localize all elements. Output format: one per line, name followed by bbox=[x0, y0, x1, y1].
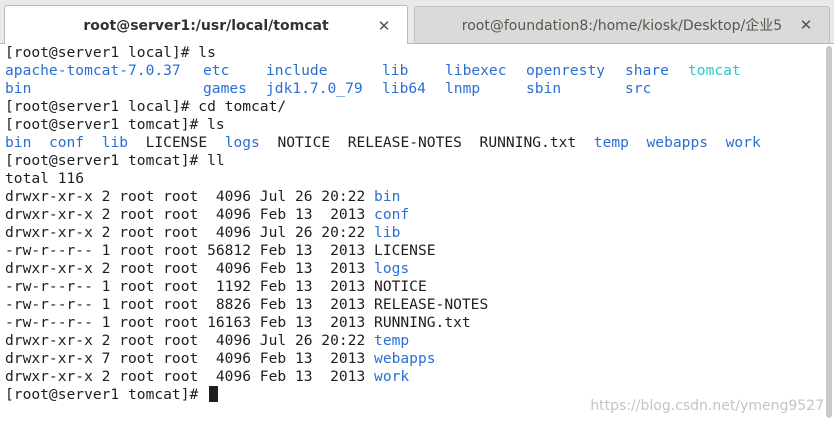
file-meta: drwxr-xr-x 2 root root 4096 Feb 13 2013 bbox=[5, 206, 375, 223]
dir-entry: sbin bbox=[526, 80, 562, 97]
dir-entry: logs bbox=[374, 260, 410, 277]
dir-entry: jdk1.7.0_79 bbox=[266, 80, 363, 97]
shell-prompt: [root@server1 tomcat]# bbox=[5, 116, 208, 133]
dir-entry: temp bbox=[593, 134, 629, 151]
ll-row: drwxr-xr-x 7 root root 4096 Feb 13 2013 … bbox=[5, 350, 834, 368]
dir-entry: openresty bbox=[526, 62, 606, 79]
dir-entry: webapps bbox=[374, 350, 436, 367]
ll-row: -rw-r--r-- 1 root root 16163 Feb 13 2013… bbox=[5, 314, 834, 332]
tab-label: root@foundation8:/home/kiosk/Desktop/企业5 bbox=[461, 18, 783, 34]
shell-prompt: [root@server1 local]# bbox=[5, 98, 199, 115]
terminal-line: [root@server1 local]# cd tomcat/ bbox=[5, 98, 834, 116]
dir-entry: work bbox=[374, 368, 410, 385]
tab-bar: root@server1:/usr/local/tomcat ✕ root@fo… bbox=[0, 0, 834, 45]
command-text: ls bbox=[207, 116, 225, 133]
dir-entry: bin bbox=[374, 188, 401, 205]
dir-entry: lib bbox=[374, 224, 401, 241]
dir-entry: bin bbox=[5, 80, 32, 97]
shell-prompt: [root@server1 local]# bbox=[5, 44, 199, 61]
tab-foundation8[interactable]: root@foundation8:/home/kiosk/Desktop/企业5… bbox=[414, 6, 830, 43]
dir-entry: apache-tomcat-7.0.37 bbox=[5, 62, 181, 79]
command-text: cd tomcat/ bbox=[198, 98, 287, 115]
tab-label: root@server1:/usr/local/tomcat bbox=[83, 17, 329, 34]
file-meta: drwxr-xr-x 2 root root 4096 Jul 26 20:22 bbox=[5, 224, 375, 241]
dir-entry: lib bbox=[101, 134, 129, 151]
close-icon[interactable]: ✕ bbox=[377, 18, 391, 33]
file-entry: RUNNING.txt bbox=[479, 134, 577, 151]
terminal-line: [root@server1 tomcat]# ll bbox=[5, 152, 834, 170]
file-meta: drwxr-xr-x 2 root root 4096 Feb 13 2013 bbox=[5, 260, 375, 277]
scrollbar[interactable] bbox=[822, 44, 834, 423]
file-entry: RUNNING.txt bbox=[374, 314, 471, 331]
dir-entry: src bbox=[625, 80, 652, 97]
watermark: https://blog.csdn.net/ymeng9527 bbox=[590, 398, 824, 414]
dir-entry: lnmp bbox=[445, 80, 481, 97]
ll-row: drwxr-xr-x 2 root root 4096 Feb 13 2013 … bbox=[5, 206, 834, 224]
command-text: ll bbox=[207, 152, 225, 169]
file-entry: NOTICE bbox=[374, 278, 427, 295]
terminal-line: [root@server1 tomcat]# ls bbox=[5, 116, 834, 134]
dir-entry: etc bbox=[203, 62, 230, 79]
dir-entry: lib bbox=[382, 62, 409, 79]
close-icon[interactable]: ✕ bbox=[799, 18, 813, 33]
ll-row: drwxr-xr-x 2 root root 4096 Jul 26 20:22… bbox=[5, 188, 834, 206]
file-meta: drwxr-xr-x 7 root root 4096 Feb 13 2013 bbox=[5, 350, 375, 367]
dir-entry: games bbox=[203, 80, 247, 97]
terminal-line: apache-tomcat-7.0.37 etc include lib lib… bbox=[5, 62, 834, 80]
dir-entry: work bbox=[725, 134, 761, 151]
terminal-line: [root@server1 local]# ls bbox=[5, 44, 834, 62]
file-entry: RELEASE-NOTES bbox=[347, 134, 462, 151]
file-entry: LICENSE bbox=[145, 134, 208, 151]
ll-row: drwxr-xr-x 2 root root 4096 Feb 13 2013 … bbox=[5, 368, 834, 386]
file-meta: -rw-r--r-- 1 root root 16163 Feb 13 2013 bbox=[5, 314, 375, 331]
ll-row: -rw-r--r-- 1 root root 56812 Feb 13 2013… bbox=[5, 242, 834, 260]
terminal-line: total 116 bbox=[5, 170, 834, 188]
dir-entry: temp bbox=[374, 332, 410, 349]
file-entry: LICENSE bbox=[374, 242, 436, 259]
dir-entry: webapps bbox=[646, 134, 709, 151]
ll-row: drwxr-xr-x 2 root root 4096 Jul 26 20:22… bbox=[5, 224, 834, 242]
scroll-thumb[interactable] bbox=[826, 46, 832, 418]
file-meta: drwxr-xr-x 2 root root 4096 Jul 26 20:22 bbox=[5, 332, 375, 349]
file-meta: -rw-r--r-- 1 root root 1192 Feb 13 2013 bbox=[5, 278, 375, 295]
dir-entry: include bbox=[266, 62, 328, 79]
shell-prompt: [root@server1 tomcat]# bbox=[5, 152, 208, 169]
dir-entry: share bbox=[625, 62, 669, 79]
file-meta: drwxr-xr-x 2 root root 4096 Feb 13 2013 bbox=[5, 368, 375, 385]
terminal-output[interactable]: [root@server1 local]# ls apache-tomcat-7… bbox=[0, 44, 834, 423]
file-meta: -rw-r--r-- 1 root root 8826 Feb 13 2013 bbox=[5, 296, 375, 313]
file-meta: -rw-r--r-- 1 root root 56812 Feb 13 2013 bbox=[5, 242, 375, 259]
dir-entry: lib64 bbox=[382, 80, 426, 97]
dir-entry: conf bbox=[48, 134, 85, 151]
total-text: total 116 bbox=[5, 170, 85, 187]
dir-entry: conf bbox=[374, 206, 410, 223]
ll-row: drwxr-xr-x 2 root root 4096 Jul 26 20:22… bbox=[5, 332, 834, 350]
tab-server1[interactable]: root@server1:/usr/local/tomcat ✕ bbox=[4, 5, 408, 45]
terminal-line: bin conf lib LICENSE logs NOTICE RELEASE… bbox=[5, 134, 834, 152]
file-entry: NOTICE bbox=[277, 134, 331, 151]
dir-entry: logs bbox=[224, 134, 260, 151]
ll-row: drwxr-xr-x 2 root root 4096 Feb 13 2013 … bbox=[5, 260, 834, 278]
ll-row: -rw-r--r-- 1 root root 8826 Feb 13 2013 … bbox=[5, 296, 834, 314]
file-entry: RELEASE-NOTES bbox=[374, 296, 489, 313]
terminal-line: bin games jdk1.7.0_79 lib64 lnmp sbin sr… bbox=[5, 80, 834, 98]
command-text: ls bbox=[198, 44, 216, 61]
dir-entry: bin bbox=[5, 134, 32, 151]
symlink-entry: tomcat bbox=[688, 62, 741, 79]
file-meta: drwxr-xr-x 2 root root 4096 Jul 26 20:22 bbox=[5, 188, 375, 205]
shell-prompt: [root@server1 tomcat]# bbox=[5, 386, 208, 403]
block-cursor bbox=[209, 386, 219, 402]
dir-entry: libexec bbox=[445, 62, 507, 79]
ll-row: -rw-r--r-- 1 root root 1192 Feb 13 2013 … bbox=[5, 278, 834, 296]
